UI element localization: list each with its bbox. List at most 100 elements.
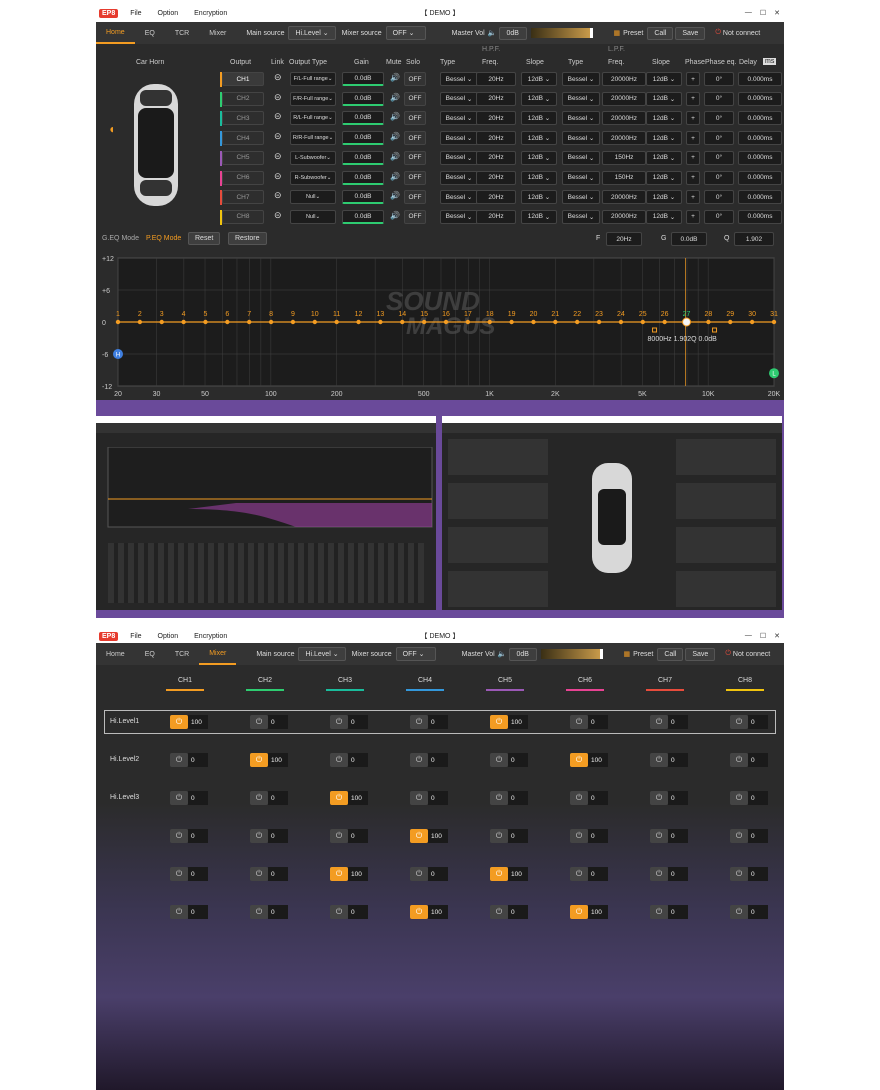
mixer-power-button[interactable]: ⏻ [250,867,268,881]
mixer-level-field[interactable]: 100 [588,753,608,767]
mixer-level-field[interactable]: 0 [588,791,608,805]
save-button[interactable]: Save [675,26,706,40]
mixer-power-button[interactable]: ⏻ [490,867,508,881]
mixer-level-field[interactable]: 100 [268,753,288,767]
solo-button[interactable]: OFF [404,131,426,146]
hpf-slope-field[interactable]: 12dB ⌄ [521,209,557,224]
output-type-select[interactable]: L-Subwoofer ⌄ [290,150,336,165]
mixer-level-field[interactable]: 0 [668,829,688,843]
mixer-power-button[interactable]: ⏻ [650,905,668,919]
tab-mixer[interactable]: Mixer [199,643,237,665]
mixer-power-button[interactable]: ⏻ [330,829,348,843]
output-type-select[interactable]: Null ⌄ [290,190,336,205]
lpf-slope-field[interactable]: 12dB ⌄ [646,131,682,146]
menu-encryption[interactable]: Encryption [194,633,227,640]
menu-option[interactable]: Option [158,10,179,17]
mixer-power-button[interactable]: ⏻ [490,905,508,919]
phase-eq-field[interactable]: 0° [704,91,734,106]
mixer-source-select[interactable]: OFF ⌄ [395,647,436,661]
mixer-power-button[interactable]: ⏻ [330,867,348,881]
hpf-freq-field[interactable]: 20Hz [476,131,516,146]
hpf-freq-field[interactable]: 20Hz [476,91,516,106]
mixer-level-field[interactable]: 0 [668,867,688,881]
gain-field[interactable]: 0.0dB [342,111,384,126]
lpf-slope-field[interactable]: 12dB ⌄ [646,209,682,224]
hpf-freq-field[interactable]: 20Hz [476,170,516,185]
maximize-button[interactable]: ☐ [760,9,766,17]
mute-speaker-icon[interactable]: 🔊 [390,172,400,181]
hpf-freq-field[interactable]: 20Hz [476,150,516,165]
mixer-power-button[interactable]: ⏻ [170,905,188,919]
tab-home[interactable]: Home [96,643,135,665]
mixer-power-button[interactable]: ⏻ [570,753,588,767]
mixer-level-field[interactable]: 100 [588,905,608,919]
link-icon[interactable]: ⊝ [274,190,282,201]
output-type-select[interactable]: F/R-Full range ⌄ [290,91,336,106]
mixer-level-field[interactable]: 0 [508,753,528,767]
phase-eq-field[interactable]: 0° [704,190,734,205]
phase-button[interactable]: + [686,72,700,86]
hpf-type-field[interactable]: Bessel ⌄ [440,91,478,106]
channel-name[interactable]: CH8 [222,209,264,224]
lpf-type-field[interactable]: Bessel ⌄ [562,190,600,205]
mixer-power-button[interactable]: ⏻ [490,753,508,767]
output-type-select[interactable]: R/L-Full range ⌄ [290,111,336,126]
mixer-power-button[interactable]: ⏻ [650,715,668,729]
menu-option[interactable]: Option [158,633,179,640]
mixer-level-field[interactable]: 0 [668,905,688,919]
gain-field[interactable]: 0.0dB [342,150,384,165]
mixer-power-button[interactable]: ⏻ [650,829,668,843]
tab-eq[interactable]: EQ [135,22,165,44]
phase-button[interactable]: + [686,91,700,106]
mixer-level-field[interactable]: 0 [188,905,208,919]
tab-home[interactable]: Home [96,22,135,44]
mixer-power-button[interactable]: ⏻ [410,905,428,919]
mixer-level-field[interactable]: 100 [348,867,368,881]
f-value-field[interactable]: 20Hz [606,232,642,246]
mixer-level-field[interactable]: 0 [188,753,208,767]
phase-button[interactable]: + [686,170,700,185]
mixer-power-button[interactable]: ⏻ [410,867,428,881]
output-type-select[interactable]: R/R-Full range ⌄ [290,131,336,146]
solo-button[interactable]: OFF [404,190,426,205]
mixer-level-field[interactable]: 0 [748,715,768,729]
lpf-type-field[interactable]: Bessel ⌄ [562,131,600,146]
maximize-button[interactable]: ☐ [760,632,766,640]
mixer-power-button[interactable]: ⏻ [330,715,348,729]
lpf-freq-field[interactable]: 150Hz [602,170,646,185]
mixer-level-field[interactable]: 100 [348,791,368,805]
mixer-level-field[interactable]: 0 [268,867,288,881]
speaker-icon[interactable]: 🔈 [488,29,497,37]
mixer-power-button[interactable]: ⏻ [650,791,668,805]
mixer-level-field[interactable]: 0 [348,829,368,843]
mixer-power-button[interactable]: ⏻ [170,715,188,729]
mixer-level-field[interactable]: 0 [348,715,368,729]
minimize-button[interactable]: — [745,632,752,640]
lpf-freq-field[interactable]: 20000Hz [602,91,646,106]
phase-eq-field[interactable]: 0° [704,72,734,86]
main-source-select[interactable]: Hi.Level ⌄ [288,26,336,40]
hpf-slope-field[interactable]: 12dB ⌄ [521,190,557,205]
lpf-slope-field[interactable]: 12dB ⌄ [646,91,682,106]
delay-field[interactable]: 0.000ms [738,190,782,205]
q-value-field[interactable]: 1.902 [734,232,774,246]
mixer-power-button[interactable]: ⏻ [570,829,588,843]
delay-field[interactable]: 0.000ms [738,91,782,106]
mute-speaker-icon[interactable]: 🔊 [390,112,400,121]
mixer-power-button[interactable]: ⏻ [490,829,508,843]
lpf-slope-field[interactable]: 12dB ⌄ [646,190,682,205]
hpf-freq-field[interactable]: 20Hz [476,111,516,126]
lpf-slope-field[interactable]: 12dB ⌄ [646,150,682,165]
channel-name[interactable]: CH6 [222,170,264,185]
mixer-level-field[interactable]: 0 [748,829,768,843]
phase-eq-field[interactable]: 0° [704,111,734,126]
mixer-power-button[interactable]: ⏻ [250,791,268,805]
tab-tcr[interactable]: TCR [165,643,199,665]
lpf-type-field[interactable]: Bessel ⌄ [562,111,600,126]
reset-button[interactable]: Reset [188,232,221,245]
gain-field[interactable]: 0.0dB [342,91,384,106]
tab-mixer[interactable]: Mixer [199,22,236,44]
hpf-type-field[interactable]: Bessel ⌄ [440,150,478,165]
mixer-power-button[interactable]: ⏻ [410,829,428,843]
lpf-slope-field[interactable]: 12dB ⌄ [646,111,682,126]
